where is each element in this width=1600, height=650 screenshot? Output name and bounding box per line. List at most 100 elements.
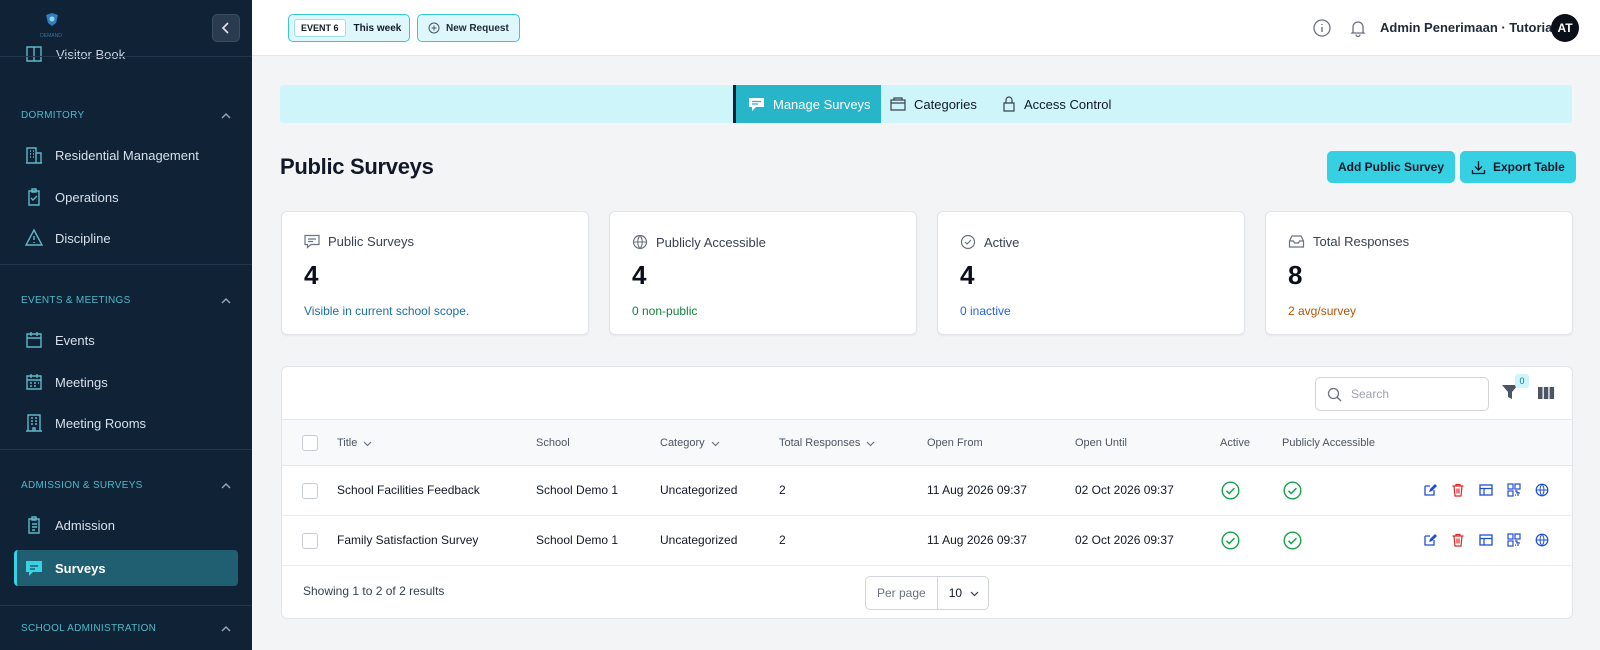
tab-access-control[interactable]: Access Control xyxy=(1002,85,1111,123)
globe-share-icon[interactable] xyxy=(1535,533,1549,547)
section-admission-surveys[interactable]: ADMISSION & SURVEYS xyxy=(21,480,231,491)
stat-label: Active xyxy=(984,234,1020,250)
select-all-checkbox[interactable] xyxy=(302,435,318,451)
svg-text:DEMAND: DEMAND xyxy=(40,33,62,39)
user-name[interactable]: Admin Penerimaan · Tutorial xyxy=(1380,20,1556,35)
sidebar-item-label: Surveys xyxy=(55,560,106,576)
sidebar: DEMAND Visitor Book DORMITORY Residentia… xyxy=(0,0,252,650)
row-checkbox[interactable] xyxy=(302,533,318,549)
stat-card-public-surveys: Public Surveys 4 Visible in current scho… xyxy=(281,211,589,335)
notifications-button[interactable] xyxy=(1348,18,1368,38)
sidebar-item-meetings[interactable]: Meetings xyxy=(14,364,238,400)
section-label: ADMISSION & SURVEYS xyxy=(21,480,143,491)
chevron-down-icon xyxy=(970,591,979,596)
sidebar-item-operations[interactable]: Operations xyxy=(14,179,238,215)
active-check-icon xyxy=(1221,531,1240,550)
column-category[interactable]: Category xyxy=(660,437,720,449)
delete-icon[interactable] xyxy=(1451,483,1465,497)
qr-code-icon[interactable] xyxy=(1507,483,1521,497)
sidebar-item-residential-management[interactable]: Residential Management xyxy=(14,137,238,173)
qr-code-icon[interactable] xyxy=(1507,533,1521,547)
collapse-sidebar-button[interactable] xyxy=(212,14,240,42)
delete-icon[interactable] xyxy=(1451,533,1465,547)
per-page-value[interactable]: 10 xyxy=(938,586,988,600)
stat-card-active: Active 4 0 inactive xyxy=(937,211,1245,335)
tab-categories[interactable]: Categories xyxy=(890,85,977,123)
section-label: EVENTS & MEETINGS xyxy=(21,295,131,306)
stat-card-publicly-accessible: Publicly Accessible 4 0 non-public xyxy=(609,211,917,335)
inbox-icon xyxy=(1288,235,1305,248)
school-logo: DEMAND xyxy=(34,12,68,40)
sidebar-item-label: Operations xyxy=(55,189,119,205)
export-table-button[interactable]: Export Table xyxy=(1460,151,1576,183)
new-request-button[interactable]: New Request xyxy=(417,14,520,42)
column-school: School xyxy=(536,437,570,449)
section-label: SCHOOL ADMINISTRATION xyxy=(21,623,157,634)
row-checkbox[interactable] xyxy=(302,483,318,499)
section-dormitory[interactable]: DORMITORY xyxy=(21,110,231,121)
sidebar-item-discipline[interactable]: Discipline xyxy=(14,220,238,256)
sidebar-item-meeting-rooms[interactable]: Meeting Rooms xyxy=(14,405,238,441)
avatar[interactable]: AT xyxy=(1551,14,1579,42)
office-building-icon xyxy=(26,414,42,432)
cell-open-until: 02 Oct 2026 09:37 xyxy=(1075,483,1174,497)
chevron-up-icon xyxy=(221,297,231,303)
add-public-survey-button[interactable]: Add Public Survey xyxy=(1327,151,1456,183)
book-icon xyxy=(26,46,42,62)
folder-icon xyxy=(890,97,906,111)
table-view-icon[interactable] xyxy=(1479,483,1493,497)
sidebar-item-label: Admission xyxy=(55,517,115,533)
export-table-label: Export Table xyxy=(1493,160,1565,174)
lock-icon xyxy=(1003,96,1015,112)
table-view-icon[interactable] xyxy=(1479,533,1493,547)
sidebar-divider xyxy=(0,449,252,450)
section-school-administration[interactable]: SCHOOL ADMINISTRATION xyxy=(21,623,231,634)
event-filter-pill[interactable]: EVENT 6 This week xyxy=(288,14,411,42)
chevron-up-icon xyxy=(221,482,231,488)
sidebar-item-label: Events xyxy=(55,332,95,348)
building-icon xyxy=(26,147,42,164)
search-input[interactable]: Search xyxy=(1315,377,1489,411)
columns-icon xyxy=(1538,387,1555,399)
edit-icon[interactable] xyxy=(1423,533,1437,547)
check-circle-icon xyxy=(960,234,976,250)
clipboard-list-icon xyxy=(28,516,40,534)
cell-title[interactable]: Family Satisfaction Survey xyxy=(337,533,478,547)
sidebar-item-events[interactable]: Events xyxy=(14,322,238,358)
stat-card-total-responses: Total Responses 8 2 avg/survey xyxy=(1265,211,1573,335)
chevron-left-icon xyxy=(221,22,229,34)
chevron-down-icon xyxy=(866,441,875,446)
cell-school: School Demo 1 xyxy=(536,533,619,547)
table-row[interactable]: School Facilities Feedback School Demo 1… xyxy=(282,466,1572,516)
sidebar-item-visitor-book[interactable]: Visitor Book xyxy=(24,44,125,64)
info-button[interactable] xyxy=(1312,18,1332,38)
columns-toggle-button[interactable] xyxy=(1537,385,1555,401)
event-badge: EVENT 6 xyxy=(294,19,346,37)
top-bar: EVENT 6 This week New Request Admin Pene… xyxy=(252,0,1600,56)
column-label: Active xyxy=(1220,437,1250,449)
stat-value: 8 xyxy=(1288,260,1303,290)
event-period: This week xyxy=(353,22,402,34)
edit-icon[interactable] xyxy=(1423,483,1437,497)
column-total-responses[interactable]: Total Responses xyxy=(779,437,875,449)
column-title[interactable]: Title xyxy=(337,437,372,449)
download-icon xyxy=(1471,160,1486,174)
column-label: Title xyxy=(337,437,358,449)
chat-icon xyxy=(749,98,764,111)
table-row[interactable]: Family Satisfaction Survey School Demo 1… xyxy=(282,516,1572,566)
column-label: School xyxy=(536,437,570,449)
chevron-up-icon xyxy=(221,625,231,631)
stat-value: 4 xyxy=(632,260,647,290)
sidebar-item-surveys[interactable]: Surveys xyxy=(14,550,238,586)
cell-title[interactable]: School Facilities Feedback xyxy=(337,483,480,497)
globe-share-icon[interactable] xyxy=(1535,483,1549,497)
per-page-select[interactable]: Per page 10 xyxy=(865,576,990,610)
section-events-meetings[interactable]: EVENTS & MEETINGS xyxy=(21,295,231,306)
stat-label: Publicly Accessible xyxy=(656,234,766,250)
sidebar-item-admission[interactable]: Admission xyxy=(14,507,238,543)
chevron-down-icon xyxy=(363,441,372,446)
per-page-label: Per page xyxy=(866,577,938,609)
column-label: Category xyxy=(660,437,705,449)
section-label: DORMITORY xyxy=(21,110,85,121)
tab-manage-surveys[interactable]: Manage Surveys xyxy=(733,85,881,123)
